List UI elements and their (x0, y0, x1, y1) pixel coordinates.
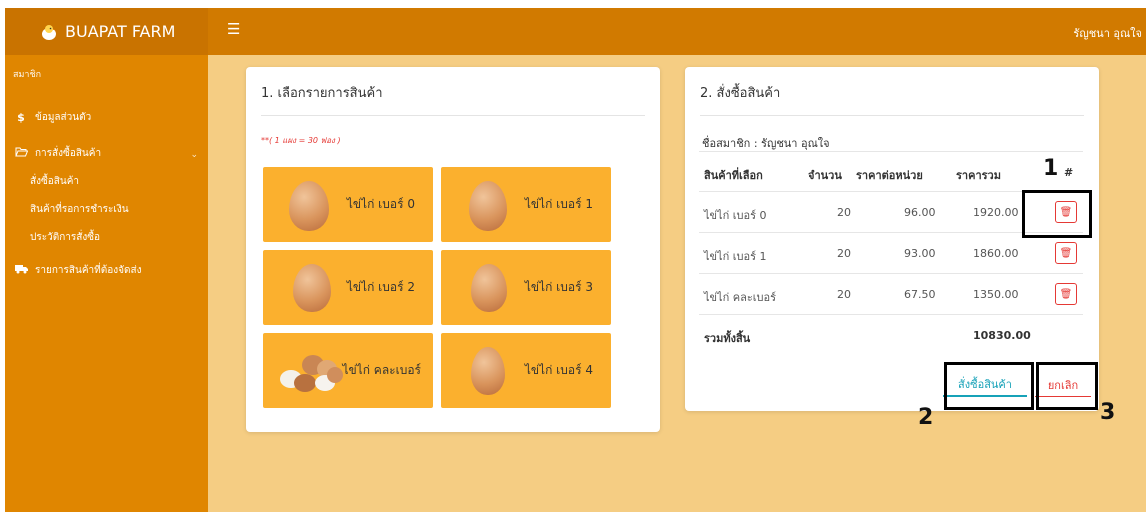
divider (700, 115, 1084, 116)
user-name[interactable]: รัญชนา อุณใจ (1073, 24, 1142, 42)
delete-button[interactable]: 🗑 (1055, 283, 1077, 305)
sidebar-subitem-order-history[interactable]: ประวัติการสั่งซื้อ (30, 230, 100, 245)
egg-image (471, 347, 505, 395)
sidebar-subitem-awaiting-payment[interactable]: สินค้าที่รอการชำระเงิน (30, 202, 129, 217)
grand-total-value: 10830.00 (973, 329, 1031, 342)
sidebar-item-label: การสั่งซื้อสินค้า (35, 148, 102, 159)
product-tile-egg-3[interactable]: ไข่ไก่ เบอร์ 3 (441, 250, 611, 325)
annotation-number-3: 3 (1100, 400, 1116, 425)
cell-total: 1920.00 (973, 206, 1019, 219)
top-navbar: BUAPAT FARM ☰ รัญชนา อุณใจ (5, 8, 1146, 55)
note-text: **( 1 แผง = 30 ฟอง ) (261, 136, 341, 145)
delete-button[interactable]: 🗑 (1055, 242, 1077, 264)
annotation-number-2: 2 (918, 405, 934, 430)
cell-unit-price: 96.00 (904, 206, 936, 219)
cell-qty: 20 (837, 288, 851, 301)
col-header: จำนวน (808, 169, 842, 182)
col-header: ราคารวม (956, 169, 1001, 182)
grand-total-row: รวมทั้งสิ้น 10830.00 (699, 315, 1083, 356)
sidebar-item-profile[interactable]: $ ข้อมูลส่วนตัว (13, 110, 91, 125)
annotation-box-3 (1036, 362, 1098, 410)
product-tile-egg-4[interactable]: ไข่ไก่ เบอร์ 4 (441, 333, 611, 408)
sidebar-item-label: รายการสินค้าที่ต้องจัดส่ง (35, 265, 142, 276)
trash-icon: 🗑 (1059, 288, 1073, 300)
divider (261, 115, 645, 116)
table-row: ไข่ไก่ เบอร์ 1 20 93.00 1860.00 🗑 (699, 233, 1083, 274)
sidebar-item-label: ข้อมูลส่วนตัว (35, 112, 92, 123)
trash-icon: 🗑 (1059, 247, 1073, 259)
cell-qty: 20 (837, 247, 851, 260)
order-card: 2. สั่งซื้อสินค้า ชื่อสมาชิก : รัญชนา อุ… (685, 67, 1099, 411)
egg-image (471, 264, 507, 312)
col-header: สินค้าที่เลือก (704, 169, 763, 182)
sidebar: สมาชิก $ ข้อมูลส่วนตัว การสั่งซื้อสินค้า… (5, 55, 208, 512)
product-selection-card: 1. เลือกรายการสินค้า **( 1 แผง = 30 ฟอง … (246, 67, 660, 432)
sidebar-section-title: สมาชิก (13, 70, 42, 80)
product-label: ไข่ไก่ เบอร์ 0 (346, 197, 415, 211)
folder-open-icon (13, 147, 29, 160)
egg-image (469, 181, 507, 231)
annotation-box-2 (944, 362, 1034, 410)
product-label: ไข่ไก่ เบอร์ 1 (524, 197, 593, 211)
sidebar-subitem-place-order[interactable]: สั่งซื้อสินค้า (30, 174, 79, 189)
product-label: ไข่ไก่ เบอร์ 3 (524, 280, 593, 294)
cell-total: 1350.00 (973, 288, 1019, 301)
cell-unit-price: 67.50 (904, 288, 936, 301)
col-header: # (1064, 166, 1074, 179)
annotation-box-1 (1022, 190, 1092, 238)
product-label: ไข่ไก่ เบอร์ 4 (524, 363, 593, 377)
product-tile-egg-2[interactable]: ไข่ไก่ เบอร์ 2 (263, 250, 433, 325)
card-title: 1. เลือกรายการสินค้า (261, 86, 383, 101)
cell-qty: 20 (837, 206, 851, 219)
brand-name: BUAPAT FARM (65, 22, 176, 41)
brand[interactable]: BUAPAT FARM (5, 8, 208, 55)
cell-item: ไข่ไก่ เบอร์ 0 (704, 209, 767, 222)
egg-image (293, 264, 331, 312)
col-header: ราคาต่อหน่วย (856, 169, 923, 182)
card-title: 2. สั่งซื้อสินค้า (700, 86, 781, 101)
sidebar-item-orders[interactable]: การสั่งซื้อสินค้า (13, 146, 101, 161)
cell-unit-price: 93.00 (904, 247, 936, 260)
annotation-number-1: 1 (1043, 156, 1059, 181)
cell-item: ไข่ไก่ เบอร์ 1 (704, 250, 767, 263)
product-tile-egg-mixed[interactable]: ไข่ไก่ คละเบอร์ (263, 333, 433, 408)
hamburger-icon[interactable]: ☰ (227, 20, 240, 38)
cell-total: 1860.00 (973, 247, 1019, 260)
product-tile-egg-1[interactable]: ไข่ไก่ เบอร์ 1 (441, 167, 611, 242)
truck-icon (13, 264, 29, 277)
member-name: ชื่อสมาชิก : รัญชนา อุณใจ (702, 137, 830, 150)
cell-item: ไข่ไก่ คละเบอร์ (704, 291, 777, 304)
dollar-icon: $ (17, 111, 25, 124)
sidebar-item-deliveries[interactable]: รายการสินค้าที่ต้องจัดส่ง (13, 263, 141, 278)
product-tile-egg-0[interactable]: ไข่ไก่ เบอร์ 0 (263, 167, 433, 242)
table-row: ไข่ไก่ คละเบอร์ 20 67.50 1350.00 🗑 (699, 274, 1083, 315)
product-label: ไข่ไก่ คละเบอร์ (342, 363, 421, 377)
product-label: ไข่ไก่ เบอร์ 2 (346, 280, 415, 294)
main-content: 1. เลือกรายการสินค้า **( 1 แผง = 30 ฟอง … (208, 55, 1146, 512)
chevron-down-icon[interactable]: ⌄ (190, 150, 198, 160)
chick-logo-icon (42, 24, 56, 40)
egg-image (289, 181, 329, 231)
grand-total-label: รวมทั้งสิ้น (704, 332, 751, 345)
mixed-eggs-image (280, 355, 343, 392)
table-header: สินค้าที่เลือก จำนวน ราคาต่อหน่วย ราคารว… (699, 151, 1083, 192)
